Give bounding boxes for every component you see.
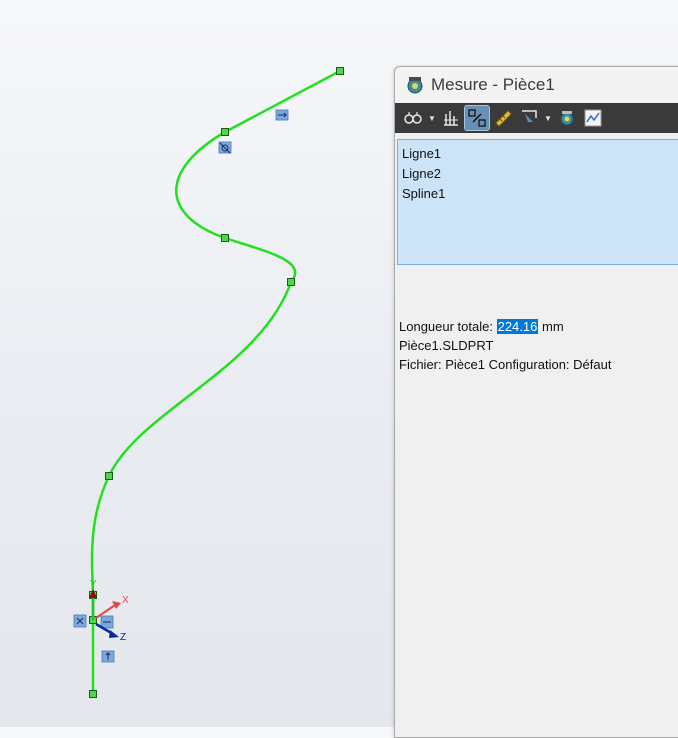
part-file-name: Pièce1.SLDPRT	[399, 338, 494, 353]
spline-point-3[interactable]	[287, 278, 295, 286]
total-length-unit: mm	[541, 319, 564, 334]
origin-triad: X Y Z	[89, 579, 129, 643]
relation-icon-horizontal[interactable]	[275, 109, 289, 121]
title-bar[interactable]: Mesure - Pièce1	[395, 67, 678, 103]
spline-point-2[interactable]	[221, 234, 229, 242]
measurement-history-icon	[560, 111, 574, 126]
endpoint-top[interactable]	[336, 67, 344, 75]
triad-z-label: Z	[120, 632, 126, 643]
arc-circle-measure-button[interactable]	[401, 106, 425, 130]
units-precision-button[interactable]	[439, 106, 463, 130]
window-title: Mesure - Pièce1	[431, 75, 555, 94]
selection-item[interactable]: Spline1	[402, 184, 678, 204]
measure-tool-icon	[407, 77, 423, 94]
measurement-history-button[interactable]	[555, 106, 579, 130]
total-length-value[interactable]: 224.16	[496, 319, 539, 334]
triad-x-label: X	[122, 595, 129, 606]
measure-window[interactable]: Mesure - Pièce1 ▼ ▼ Ligne1 Ligne2 Spline…	[394, 66, 678, 738]
total-length-label: Longueur totale:	[399, 319, 493, 334]
arc-circle-dropdown-arrow[interactable]: ▼	[427, 114, 437, 123]
create-sensor-button[interactable]	[581, 106, 605, 130]
show-xyz-measurements-icon	[468, 109, 486, 127]
relation-icon-coincident[interactable]	[73, 614, 87, 628]
arc-circle-measure-icon	[404, 112, 422, 124]
point-to-point-button[interactable]	[491, 106, 515, 130]
selection-item[interactable]: Ligne1	[402, 144, 678, 164]
measure-toolbar: ▼ ▼	[395, 103, 678, 133]
line2[interactable]	[224, 69, 341, 134]
create-sensor-icon	[584, 109, 602, 127]
relation-icon-fixed[interactable]	[100, 615, 114, 629]
endpoint-bottom[interactable]	[89, 690, 97, 698]
selection-item[interactable]: Ligne2	[402, 164, 678, 184]
measurement-results: Longueur totale: 224.16 mm Pièce1.SLDPRT…	[399, 317, 611, 374]
selection-list[interactable]: Ligne1 Ligne2 Spline1	[397, 139, 678, 265]
show-xyz-measurements-button[interactable]	[464, 105, 490, 131]
projection-icon	[522, 110, 537, 122]
spline-point-4[interactable]	[105, 472, 113, 480]
point-to-point-icon	[495, 110, 512, 127]
spline-point-1[interactable]	[221, 128, 229, 136]
units-precision-icon	[444, 111, 458, 126]
relation-icon-tangent[interactable]	[218, 141, 232, 154]
file-configuration: Fichier: Pièce1 Configuration: Défaut	[399, 357, 612, 372]
total-length-line: Longueur totale: 224.16 mm	[399, 317, 611, 336]
relation-icon-vertical[interactable]	[101, 650, 115, 663]
projection-button[interactable]	[517, 106, 541, 130]
projection-dropdown-arrow[interactable]: ▼	[543, 114, 553, 123]
spline1[interactable]	[90, 130, 297, 596]
triad-y-label: Y	[90, 579, 97, 590]
